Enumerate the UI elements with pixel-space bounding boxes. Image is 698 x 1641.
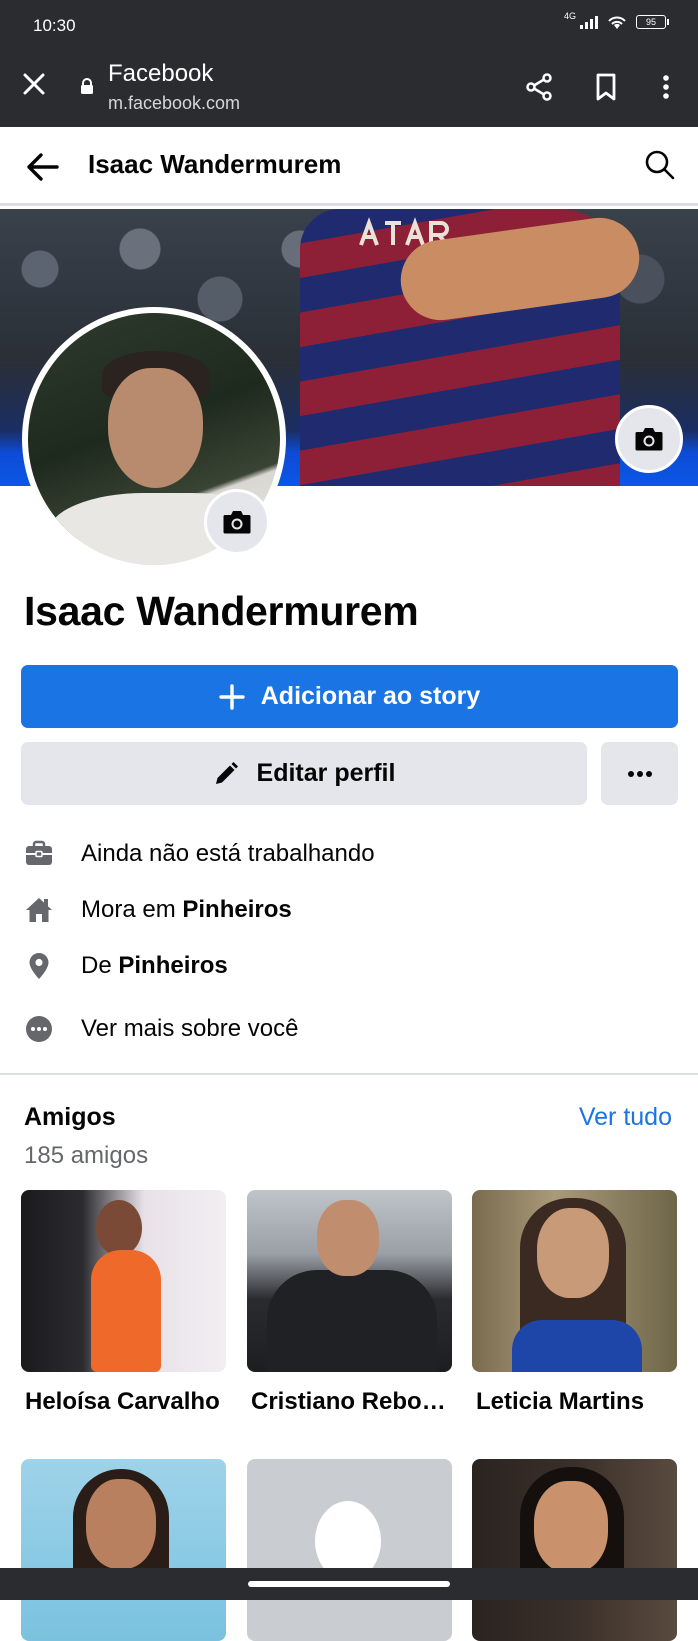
friend-photo-head (317, 1200, 379, 1276)
lives-place[interactable]: Pinheiros (182, 896, 291, 923)
cover-camera-button[interactable] (615, 405, 683, 473)
pencil-icon (215, 761, 238, 784)
share-icon[interactable] (524, 72, 554, 102)
info-from: De Pinheiros (0, 946, 698, 986)
home-icon (26, 898, 52, 922)
friends-title: Amigos (24, 1103, 116, 1131)
friend-photo[interactable] (472, 1459, 677, 1641)
signal-icon (580, 15, 598, 29)
info-lives: Mora em Pinheiros (0, 890, 698, 930)
home-gesture-bar[interactable] (248, 1581, 450, 1587)
network-type: 4G (563, 11, 576, 21)
more-options-button[interactable] (601, 742, 678, 805)
friend-photo-head (96, 1200, 142, 1256)
briefcase-icon (26, 840, 52, 865)
add-to-story-label: Adicionar ao story (260, 682, 481, 710)
plus-icon (219, 683, 245, 710)
friend-card[interactable]: Cristiano Rebouças (247, 1190, 452, 1416)
friend-card[interactable]: Heloísa Carvalho (21, 1190, 226, 1416)
camera-icon (635, 428, 663, 451)
friend-photo-dress (91, 1250, 161, 1372)
work-text: Ainda não está trabalhando (81, 840, 375, 867)
profile-camera-button[interactable] (204, 489, 270, 555)
status-time: 10:30 (33, 16, 76, 35)
friend-card[interactable] (472, 1459, 677, 1641)
more-dots-icon (627, 770, 652, 777)
browser-url[interactable]: m.facebook.com (108, 93, 240, 114)
lock-icon (81, 78, 93, 94)
profile-name: Isaac Wandermurem (24, 588, 419, 634)
friend-photo[interactable] (21, 1459, 226, 1641)
friend-photo[interactable] (472, 1190, 677, 1372)
edit-profile-button[interactable]: Editar perfil (21, 742, 587, 805)
friend-photo[interactable] (21, 1190, 226, 1372)
friend-photo[interactable] (247, 1190, 452, 1372)
search-icon[interactable] (644, 149, 676, 181)
section-divider (0, 1073, 698, 1075)
more-vert-icon[interactable] (652, 72, 680, 102)
friend-photo-head (537, 1208, 609, 1298)
friend-photo-body (267, 1270, 437, 1372)
close-icon[interactable] (20, 70, 48, 98)
friend-card[interactable] (247, 1459, 452, 1641)
friends-count: 185 amigos (24, 1142, 149, 1169)
back-arrow-icon[interactable] (24, 148, 62, 186)
lives-prefix: Mora em (81, 896, 183, 923)
friend-name[interactable]: Leticia Martins (472, 1388, 677, 1416)
location-pin-icon (29, 953, 49, 979)
bookmark-icon[interactable] (592, 72, 620, 102)
see-more-about-text[interactable]: Ver mais sobre você (81, 1015, 298, 1043)
page-title: Isaac Wandermurem (88, 149, 342, 179)
lives-text: Mora em Pinheiros (81, 896, 292, 924)
battery-icon: 95 (636, 15, 669, 29)
friend-photo[interactable] (247, 1459, 452, 1641)
friend-photo-head (534, 1481, 608, 1573)
browser-title: Facebook (108, 60, 214, 87)
battery-level: 95 (645, 17, 656, 27)
add-to-story-button[interactable]: Adicionar ao story (21, 665, 678, 728)
friend-photo-head (86, 1479, 156, 1569)
status-bar: 10:30 4G 95 (0, 0, 698, 50)
friend-name[interactable]: Heloísa Carvalho (21, 1388, 226, 1416)
friend-name[interactable]: Cristiano Rebouças (247, 1388, 452, 1416)
friend-card[interactable]: Leticia Martins (472, 1190, 677, 1416)
from-place[interactable]: Pinheiros (118, 952, 227, 979)
friends-see-all-link[interactable]: Ver tudo (579, 1103, 672, 1132)
friend-card[interactable] (21, 1459, 226, 1641)
from-text: De Pinheiros (81, 952, 228, 980)
status-icons: 4G 95 (563, 11, 669, 30)
avatar-face (108, 368, 203, 488)
page-header: Isaac Wandermurem (0, 127, 698, 206)
browser-bar: Facebook m.facebook.com (0, 50, 698, 127)
info-work: Ainda não está trabalhando (0, 834, 698, 874)
edit-profile-label: Editar perfil (256, 759, 396, 787)
camera-icon (223, 511, 251, 534)
friend-photo-shirt (512, 1320, 642, 1372)
wifi-icon (608, 16, 626, 29)
more-dots-icon (26, 1016, 52, 1042)
system-nav-bar (0, 1568, 698, 1600)
from-prefix: De (81, 952, 119, 979)
info-see-more[interactable]: Ver mais sobre você (0, 1009, 698, 1049)
